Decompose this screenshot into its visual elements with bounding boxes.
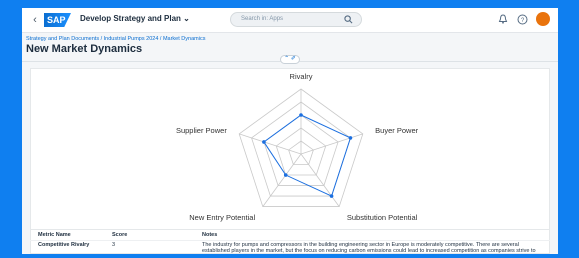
search-field[interactable]: Search in: Apps <box>230 12 362 27</box>
svg-text:?: ? <box>521 18 525 24</box>
axis-label: Buyer Power <box>375 126 418 135</box>
data-point[interactable] <box>299 113 303 117</box>
page-title: New Market Dynamics <box>26 43 143 55</box>
axis-label: Supplier Power <box>176 126 227 135</box>
data-point[interactable] <box>262 140 266 144</box>
sap-logo[interactable]: SAP <box>44 13 71 27</box>
axis-label: Substitution Potential <box>347 213 418 222</box>
radar-spoke <box>262 153 302 207</box>
data-point[interactable] <box>329 194 334 198</box>
notification-icon[interactable] <box>496 13 509 26</box>
chart-card: Rivalry Buyer Power Substitution Potential… <box>30 68 550 254</box>
axis-label: Rivalry <box>290 72 313 81</box>
app-window: ‹ SAP Develop Strategy and Plan ⌄ Search… <box>22 8 558 254</box>
search-icon[interactable] <box>344 15 353 24</box>
breadcrumb[interactable]: Strategy and Plan Documents / Industrial… <box>26 36 205 42</box>
collapse-header-button[interactable]: ⌃ ✐ <box>280 55 300 64</box>
axis-label: New Entry Potential <box>189 213 255 222</box>
data-point[interactable] <box>348 136 353 140</box>
cell-metric: Competitive Rivalry <box>38 242 90 248</box>
header-metric-name: Metric Name <box>38 232 71 238</box>
cell-notes: The industry for pumps and compressors i… <box>202 242 536 254</box>
shell-bar: ‹ SAP Develop Strategy and Plan ⌄ Search… <box>22 8 558 33</box>
table-row[interactable]: Competitive Rivalry 3 The industry for p… <box>30 240 550 254</box>
radar-spoke <box>300 133 363 155</box>
data-point[interactable] <box>283 173 288 177</box>
header-notes: Notes <box>202 232 218 238</box>
back-icon[interactable]: ‹ <box>28 13 42 27</box>
cell-score: 3 <box>112 242 116 248</box>
search-placeholder: Search in: Apps <box>241 16 284 22</box>
radar-chart: Rivalry Buyer Power Substitution Potential… <box>176 72 419 222</box>
header-score: Score <box>112 232 128 238</box>
app-title-menu[interactable]: Develop Strategy and Plan ⌄ <box>80 14 190 23</box>
radar-spoke <box>300 153 340 207</box>
shell-actions: ? <box>496 12 550 26</box>
help-icon[interactable]: ? <box>516 13 529 26</box>
series-line <box>263 114 352 197</box>
avatar[interactable] <box>536 12 550 26</box>
